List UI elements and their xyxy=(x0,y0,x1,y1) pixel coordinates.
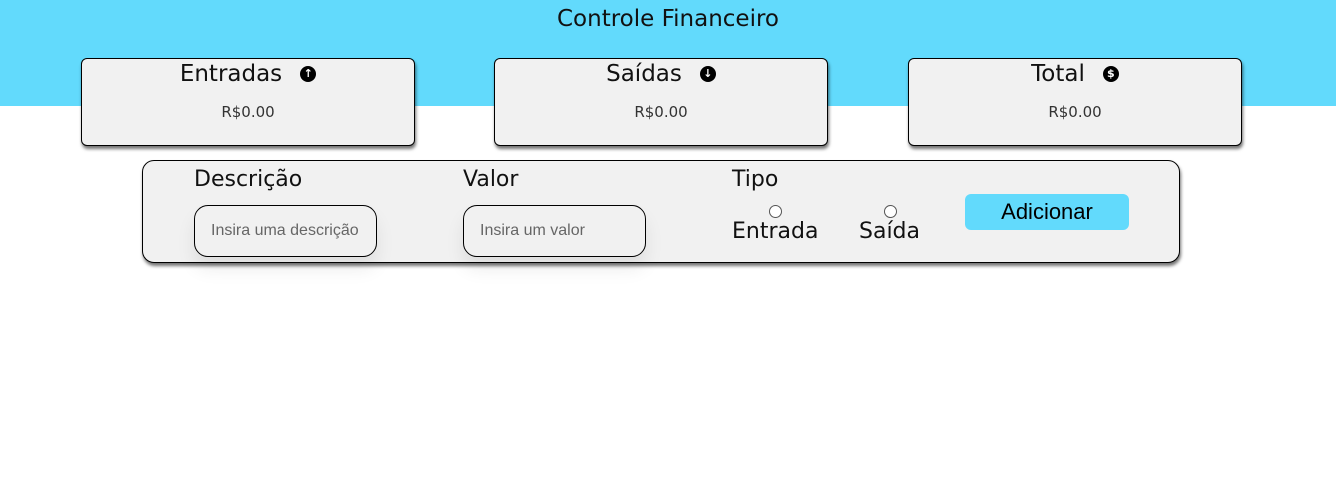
type-expense-radio[interactable] xyxy=(884,205,897,218)
total-card-title: Total xyxy=(1031,61,1085,87)
type-expense-label[interactable]: Saída xyxy=(859,219,920,244)
expense-card-title: Saídas xyxy=(606,61,682,87)
page-title: Controle Financeiro xyxy=(556,6,779,32)
type-label: Tipo xyxy=(732,167,779,192)
income-value: R$0.00 xyxy=(221,103,275,121)
arrow-up-circle-icon: ↑ xyxy=(300,66,317,82)
total-value: R$0.00 xyxy=(1048,103,1102,121)
amount-input[interactable] xyxy=(463,205,646,257)
income-card-title: Entradas xyxy=(179,61,283,87)
description-input[interactable] xyxy=(194,205,377,257)
type-income-radio[interactable] xyxy=(769,205,782,218)
transaction-form: Descrição Valor Tipo Entrada Saída Adici… xyxy=(142,160,1180,263)
total-card: Total $ R$0.00 xyxy=(908,58,1242,146)
expense-card: Saídas ↓ R$0.00 xyxy=(494,58,828,146)
add-button[interactable]: Adicionar xyxy=(965,194,1129,230)
expense-value: R$0.00 xyxy=(634,103,688,121)
dollar-circle-icon: $ xyxy=(1102,66,1119,82)
income-card: Entradas ↑ R$0.00 xyxy=(81,58,415,146)
type-income-label[interactable]: Entrada xyxy=(732,219,818,244)
arrow-down-circle-icon: ↓ xyxy=(699,66,716,82)
description-label: Descrição xyxy=(194,167,303,192)
amount-label: Valor xyxy=(463,167,519,192)
